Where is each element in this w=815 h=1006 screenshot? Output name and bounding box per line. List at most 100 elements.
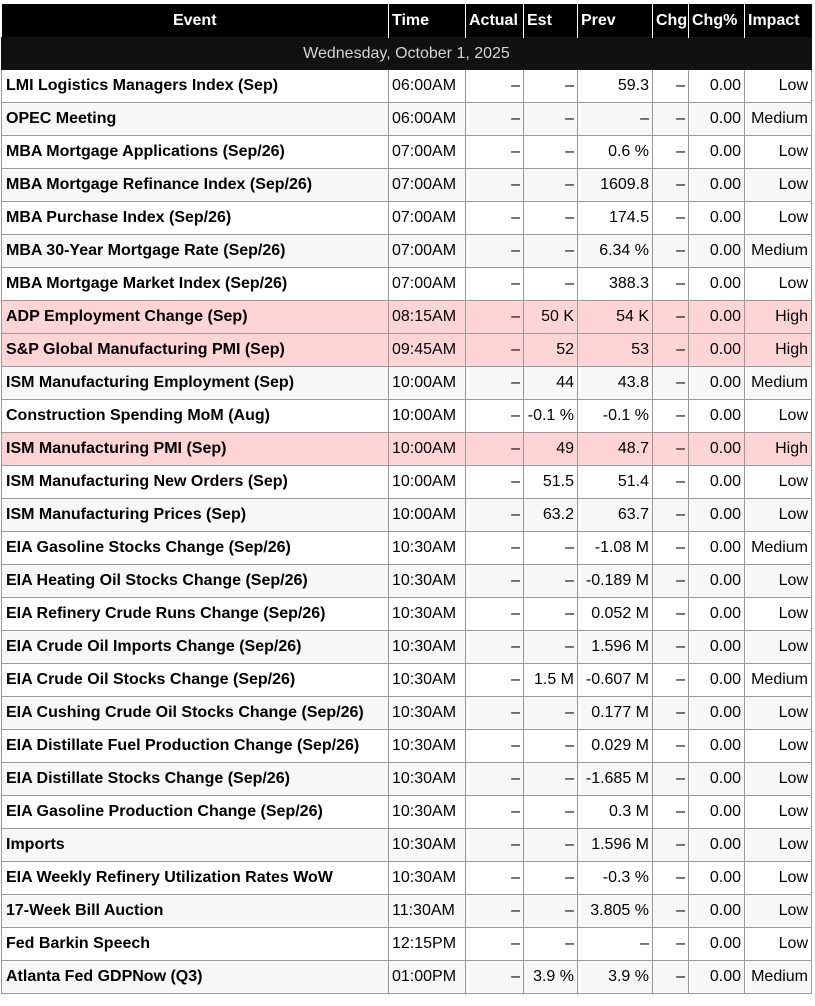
event-estimate: – bbox=[523, 69, 578, 103]
event-change: – bbox=[652, 399, 689, 433]
event-previous: 0.6 % bbox=[577, 135, 653, 169]
event-name: MBA Mortgage Applications (Sep/26) bbox=[1, 135, 389, 169]
event-time: 10:30AM bbox=[388, 663, 466, 697]
event-impact: Low bbox=[744, 69, 812, 103]
event-name: ADP Employment Change (Sep) bbox=[1, 300, 389, 334]
table-row[interactable]: MBA Mortgage Market Index (Sep/26) 07:00A… bbox=[1, 267, 812, 301]
event-actual: – bbox=[465, 630, 524, 664]
event-previous: 6.34 % bbox=[577, 234, 653, 268]
table-row[interactable]: Construction Spending MoM (Aug) 10:00AM – -… bbox=[1, 399, 812, 433]
column-header-time[interactable]: Time bbox=[388, 4, 466, 38]
table-row[interactable]: MBA Mortgage Applications (Sep/26) 07:00A… bbox=[1, 135, 812, 169]
column-header-event[interactable]: Event bbox=[1, 4, 389, 38]
event-impact: Low bbox=[744, 168, 812, 202]
event-impact: Low bbox=[744, 465, 812, 499]
table-row[interactable]: ISM Manufacturing PMI (Sep) 10:00AM –49 48.… bbox=[1, 432, 812, 466]
table-row[interactable]: Atlanta Fed GDPNow (Q3) 01:00PM –3.9 % 3.9 … bbox=[1, 960, 812, 994]
table-row[interactable]: Imports 10:30AM – –1.596 M –0.00 Low bbox=[1, 828, 812, 862]
table-row[interactable]: Fed Barkin Speech 12:15PM – – – –0.00 Low bbox=[1, 927, 812, 961]
column-header-actual[interactable]: Actual bbox=[465, 4, 524, 38]
table-row[interactable]: ISM Manufacturing Prices (Sep) 10:00AM –63… bbox=[1, 498, 812, 532]
event-name: ISM Manufacturing Prices (Sep) bbox=[1, 498, 389, 532]
column-header-est[interactable]: Est bbox=[523, 4, 578, 38]
event-previous: 54 K bbox=[577, 300, 653, 334]
event-previous: 48.7 bbox=[577, 432, 653, 466]
event-impact: Low bbox=[744, 267, 812, 301]
column-header-chg-pct[interactable]: Chg% bbox=[688, 4, 745, 38]
event-change: – bbox=[652, 729, 689, 763]
event-impact: Medium bbox=[744, 366, 812, 400]
event-estimate: – bbox=[523, 861, 578, 895]
event-name: 17-Week Bill Auction bbox=[1, 894, 389, 928]
column-header-chg[interactable]: Chg bbox=[652, 4, 689, 38]
event-estimate: – bbox=[523, 795, 578, 829]
table-row[interactable]: 17-Week Bill Auction 11:30AM – –3.805 % –0.0… bbox=[1, 894, 812, 928]
event-actual: – bbox=[465, 762, 524, 796]
event-impact: Low bbox=[744, 894, 812, 928]
table-row[interactable]: EIA Gasoline Production Change (Sep/26) 1… bbox=[1, 795, 812, 829]
event-actual: – bbox=[465, 432, 524, 466]
event-impact: Low bbox=[744, 828, 812, 862]
event-time: 12:15PM bbox=[388, 927, 466, 961]
table-row[interactable]: S&P Global Manufacturing PMI (Sep) 09:45A… bbox=[1, 333, 812, 367]
event-impact: High bbox=[744, 300, 812, 334]
event-estimate: 44 bbox=[523, 366, 578, 400]
table-row[interactable]: ISM Manufacturing New Orders (Sep) 10:00A… bbox=[1, 465, 812, 499]
event-change: – bbox=[652, 696, 689, 730]
table-row[interactable]: ADP Employment Change (Sep) 08:15AM –50 K5… bbox=[1, 300, 812, 334]
event-previous: 1.596 M bbox=[577, 828, 653, 862]
event-estimate: 49 bbox=[523, 432, 578, 466]
table-row[interactable]: EIA Cushing Crude Oil Stocks Change (Sep… bbox=[1, 696, 812, 730]
table-row[interactable]: EIA Distillate Fuel Production Change (S… bbox=[1, 729, 812, 763]
event-previous: 53 bbox=[577, 333, 653, 367]
event-impact: Medium bbox=[744, 960, 812, 994]
table-row[interactable]: MBA Mortgage Refinance Index (Sep/26) 07:… bbox=[1, 168, 812, 202]
event-change: – bbox=[652, 69, 689, 103]
table-row[interactable]: EIA Crude Oil Imports Change (Sep/26) 10:… bbox=[1, 630, 812, 664]
event-impact: Low bbox=[744, 795, 812, 829]
event-impact: High bbox=[744, 432, 812, 466]
event-actual: – bbox=[465, 960, 524, 994]
date-group-label: Wednesday, October 1, 2025 bbox=[1, 37, 812, 70]
event-previous: 63.7 bbox=[577, 498, 653, 532]
event-actual: – bbox=[465, 927, 524, 961]
event-actual: – bbox=[465, 399, 524, 433]
table-row[interactable]: MBA Purchase Index (Sep/26) 07:00AM – –174.… bbox=[1, 201, 812, 235]
event-previous: 0.177 M bbox=[577, 696, 653, 730]
table-row[interactable]: EIA Gasoline Stocks Change (Sep/26) 10:30… bbox=[1, 531, 812, 565]
event-name: S&P Global Manufacturing PMI (Sep) bbox=[1, 333, 389, 367]
table-row[interactable]: LMI Logistics Managers Index (Sep) 06:00A… bbox=[1, 69, 812, 103]
event-impact: Low bbox=[744, 729, 812, 763]
table-row[interactable]: OPEC Meeting 06:00AM – – – –0.00 Medium bbox=[1, 102, 812, 136]
event-change-pct: 0.00 bbox=[688, 168, 745, 202]
event-name: EIA Refinery Crude Runs Change (Sep/26) bbox=[1, 597, 389, 631]
event-previous: -0.1 % bbox=[577, 399, 653, 433]
column-header-impact[interactable]: Impact bbox=[744, 4, 812, 38]
event-actual: – bbox=[465, 531, 524, 565]
table-row[interactable]: EIA Weekly Refinery Utilization Rates Wo… bbox=[1, 861, 812, 895]
event-actual: – bbox=[465, 366, 524, 400]
column-header-prev[interactable]: Prev bbox=[577, 4, 653, 38]
table-row[interactable]: ISM Manufacturing Employment (Sep) 10:00A… bbox=[1, 366, 812, 400]
event-impact: Low bbox=[744, 201, 812, 235]
event-name: EIA Distillate Fuel Production Change (S… bbox=[1, 729, 389, 763]
event-name: MBA Mortgage Market Index (Sep/26) bbox=[1, 267, 389, 301]
table-row[interactable]: MBA 30-Year Mortgage Rate (Sep/26) 07:00A… bbox=[1, 234, 812, 268]
table-row[interactable]: EIA Crude Oil Stocks Change (Sep/26) 10:3… bbox=[1, 663, 812, 697]
event-actual: – bbox=[465, 267, 524, 301]
event-previous: 0.029 M bbox=[577, 729, 653, 763]
table-row[interactable]: EIA Heating Oil Stocks Change (Sep/26) 10… bbox=[1, 564, 812, 598]
event-impact: Low bbox=[744, 399, 812, 433]
event-change: – bbox=[652, 795, 689, 829]
event-estimate: – bbox=[523, 267, 578, 301]
event-time: 06:00AM bbox=[388, 102, 466, 136]
event-impact: Low bbox=[744, 597, 812, 631]
event-name: ISM Manufacturing Employment (Sep) bbox=[1, 366, 389, 400]
event-previous: 59.3 bbox=[577, 69, 653, 103]
event-estimate: – bbox=[523, 102, 578, 136]
event-change: – bbox=[652, 828, 689, 862]
table-row[interactable]: EIA Refinery Crude Runs Change (Sep/26) 1… bbox=[1, 597, 812, 631]
table-row[interactable]: EIA Distillate Stocks Change (Sep/26) 10:… bbox=[1, 762, 812, 796]
event-estimate: 3.9 % bbox=[523, 960, 578, 994]
event-actual: – bbox=[465, 894, 524, 928]
